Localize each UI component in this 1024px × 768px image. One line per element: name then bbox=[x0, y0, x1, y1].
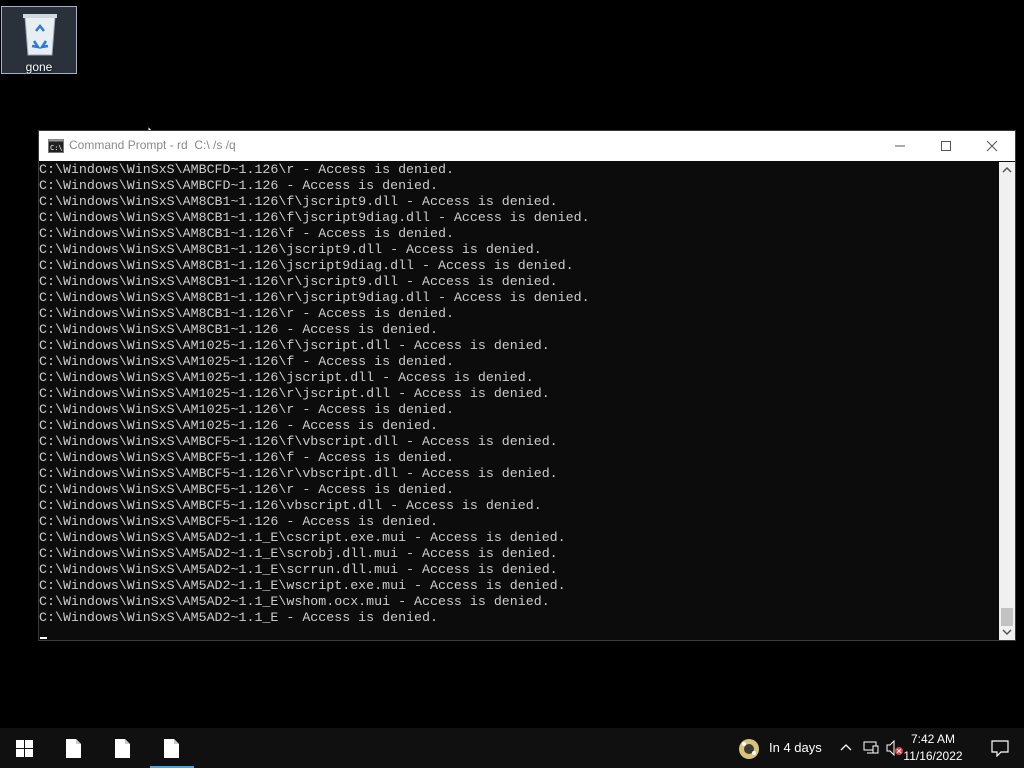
maximize-button[interactable] bbox=[923, 131, 969, 161]
taskbar: In 4 days 7:42 AM 11/16/2022 bbox=[0, 728, 1024, 768]
console-line: C:\Windows\WinSxS\AM8CB1~1.126\f\jscript… bbox=[39, 194, 558, 209]
vertical-scrollbar[interactable] bbox=[999, 162, 1015, 640]
console-line: C:\Windows\WinSxS\AMBCF5~1.126 - Access … bbox=[39, 514, 438, 529]
clock-date: 11/16/2022 bbox=[903, 749, 963, 763]
console-line: C:\Windows\WinSxS\AM1025~1.126\f\jscript… bbox=[39, 338, 550, 353]
minimize-icon bbox=[895, 145, 905, 147]
console-line: C:\Windows\WinSxS\AM8CB1~1.126\jscript9d… bbox=[39, 258, 574, 273]
minimize-button[interactable] bbox=[877, 131, 923, 161]
console-line: C:\Windows\WinSxS\AM1025~1.126\f - Acces… bbox=[39, 354, 454, 369]
console-line: C:\Windows\WinSxS\AM8CB1~1.126\r - Acces… bbox=[39, 306, 454, 321]
weather-text[interactable]: In 4 days bbox=[769, 740, 822, 755]
start-button[interactable] bbox=[0, 728, 48, 768]
window-titlebar[interactable]: C:\ Command Prompt - rd C:\ /s /q bbox=[39, 131, 1015, 161]
console-line: C:\Windows\WinSxS\AM1025~1.126 - Access … bbox=[39, 418, 438, 433]
clock-time: 7:42 AM bbox=[910, 732, 956, 746]
document-icon bbox=[66, 739, 81, 758]
taskbar-file-3[interactable] bbox=[148, 728, 196, 768]
console-line: C:\Windows\WinSxS\AM8CB1~1.126\f - Acces… bbox=[39, 226, 454, 241]
text-cursor bbox=[40, 637, 47, 639]
console-line: C:\Windows\WinSxS\AM1025~1.126\jscript.d… bbox=[39, 370, 534, 385]
windows-logo-icon bbox=[16, 740, 33, 757]
console-line: C:\Windows\WinSxS\AM5AD2~1.1_E\scrobj.dl… bbox=[39, 546, 558, 561]
scroll-thumb[interactable] bbox=[1001, 608, 1013, 626]
console-output[interactable]: C:\Windows\WinSxS\AMBCFD~1.126\r - Acces… bbox=[39, 162, 999, 640]
close-icon bbox=[986, 140, 998, 152]
console-line: C:\Windows\WinSxS\AM8CB1~1.126\f\jscript… bbox=[39, 210, 590, 225]
maximize-icon bbox=[941, 141, 951, 151]
document-icon bbox=[164, 739, 179, 758]
console-line: C:\Windows\WinSxS\AM1025~1.126\r - Acces… bbox=[39, 402, 454, 417]
console-line: C:\Windows\WinSxS\AM8CB1~1.126\r\jscript… bbox=[39, 274, 558, 289]
scroll-down-icon[interactable] bbox=[1002, 628, 1012, 636]
console-line: C:\Windows\WinSxS\AMBCF5~1.126\r\vbscrip… bbox=[39, 466, 558, 481]
console-line: C:\Windows\WinSxS\AMBCFD~1.126\r - Acces… bbox=[39, 162, 454, 177]
window-title: Command Prompt - rd C:\ /s /q bbox=[69, 138, 236, 152]
desktop-icon-label: gone bbox=[25, 60, 53, 74]
console-line: C:\Windows\WinSxS\AM8CB1~1.126\jscript9.… bbox=[39, 242, 542, 257]
document-icon bbox=[115, 739, 130, 758]
notification-center-button[interactable] bbox=[976, 728, 1024, 768]
close-button[interactable] bbox=[969, 131, 1015, 161]
console-line: C:\Windows\WinSxS\AMBCF5~1.126\f - Acces… bbox=[39, 450, 454, 465]
scroll-up-icon[interactable] bbox=[1002, 166, 1012, 174]
console-line: C:\Windows\WinSxS\AM5AD2~1.1_E\wscript.e… bbox=[39, 578, 566, 593]
console-line: C:\Windows\WinSxS\AM8CB1~1.126\r\jscript… bbox=[39, 290, 590, 305]
recycle-bin-icon bbox=[23, 14, 57, 56]
console-line: C:\Windows\WinSxS\AMBCF5~1.126\f\vbscrip… bbox=[39, 434, 558, 449]
taskbar-file-2[interactable] bbox=[99, 728, 147, 768]
console-app-icon: C:\ bbox=[48, 139, 64, 153]
console-line: C:\Windows\WinSxS\AMBCF5~1.126\vbscript.… bbox=[39, 498, 542, 513]
console-line: C:\Windows\WinSxS\AM5AD2~1.1_E - Access … bbox=[39, 610, 438, 625]
weather-icon[interactable] bbox=[737, 737, 761, 761]
command-prompt-window[interactable]: C:\ Command Prompt - rd C:\ /s /q C:\Win… bbox=[38, 130, 1016, 641]
notification-icon bbox=[991, 740, 1009, 757]
taskbar-file-1[interactable] bbox=[50, 728, 98, 768]
network-icon[interactable] bbox=[863, 740, 879, 756]
console-line: C:\Windows\WinSxS\AM1025~1.126\r\jscript… bbox=[39, 386, 550, 401]
system-clock[interactable]: 7:42 AM 11/16/2022 bbox=[898, 731, 968, 765]
console-line: C:\Windows\WinSxS\AM5AD2~1.1_E\wshom.ocx… bbox=[39, 594, 550, 609]
console-line: C:\Windows\WinSxS\AM8CB1~1.126 - Access … bbox=[39, 322, 438, 337]
svg-text:C:\: C:\ bbox=[50, 144, 63, 152]
console-line: C:\Windows\WinSxS\AMBCFD~1.126 - Access … bbox=[39, 178, 438, 193]
desktop-icon-recycle-bin[interactable]: gone bbox=[1, 6, 77, 74]
console-line: C:\Windows\WinSxS\AM5AD2~1.1_E\cscript.e… bbox=[39, 530, 566, 545]
console-line: C:\Windows\WinSxS\AMBCF5~1.126\r - Acces… bbox=[39, 482, 454, 497]
chevron-up-icon[interactable] bbox=[840, 742, 852, 752]
console-line: C:\Windows\WinSxS\AM5AD2~1.1_E\scrrun.dl… bbox=[39, 562, 558, 577]
